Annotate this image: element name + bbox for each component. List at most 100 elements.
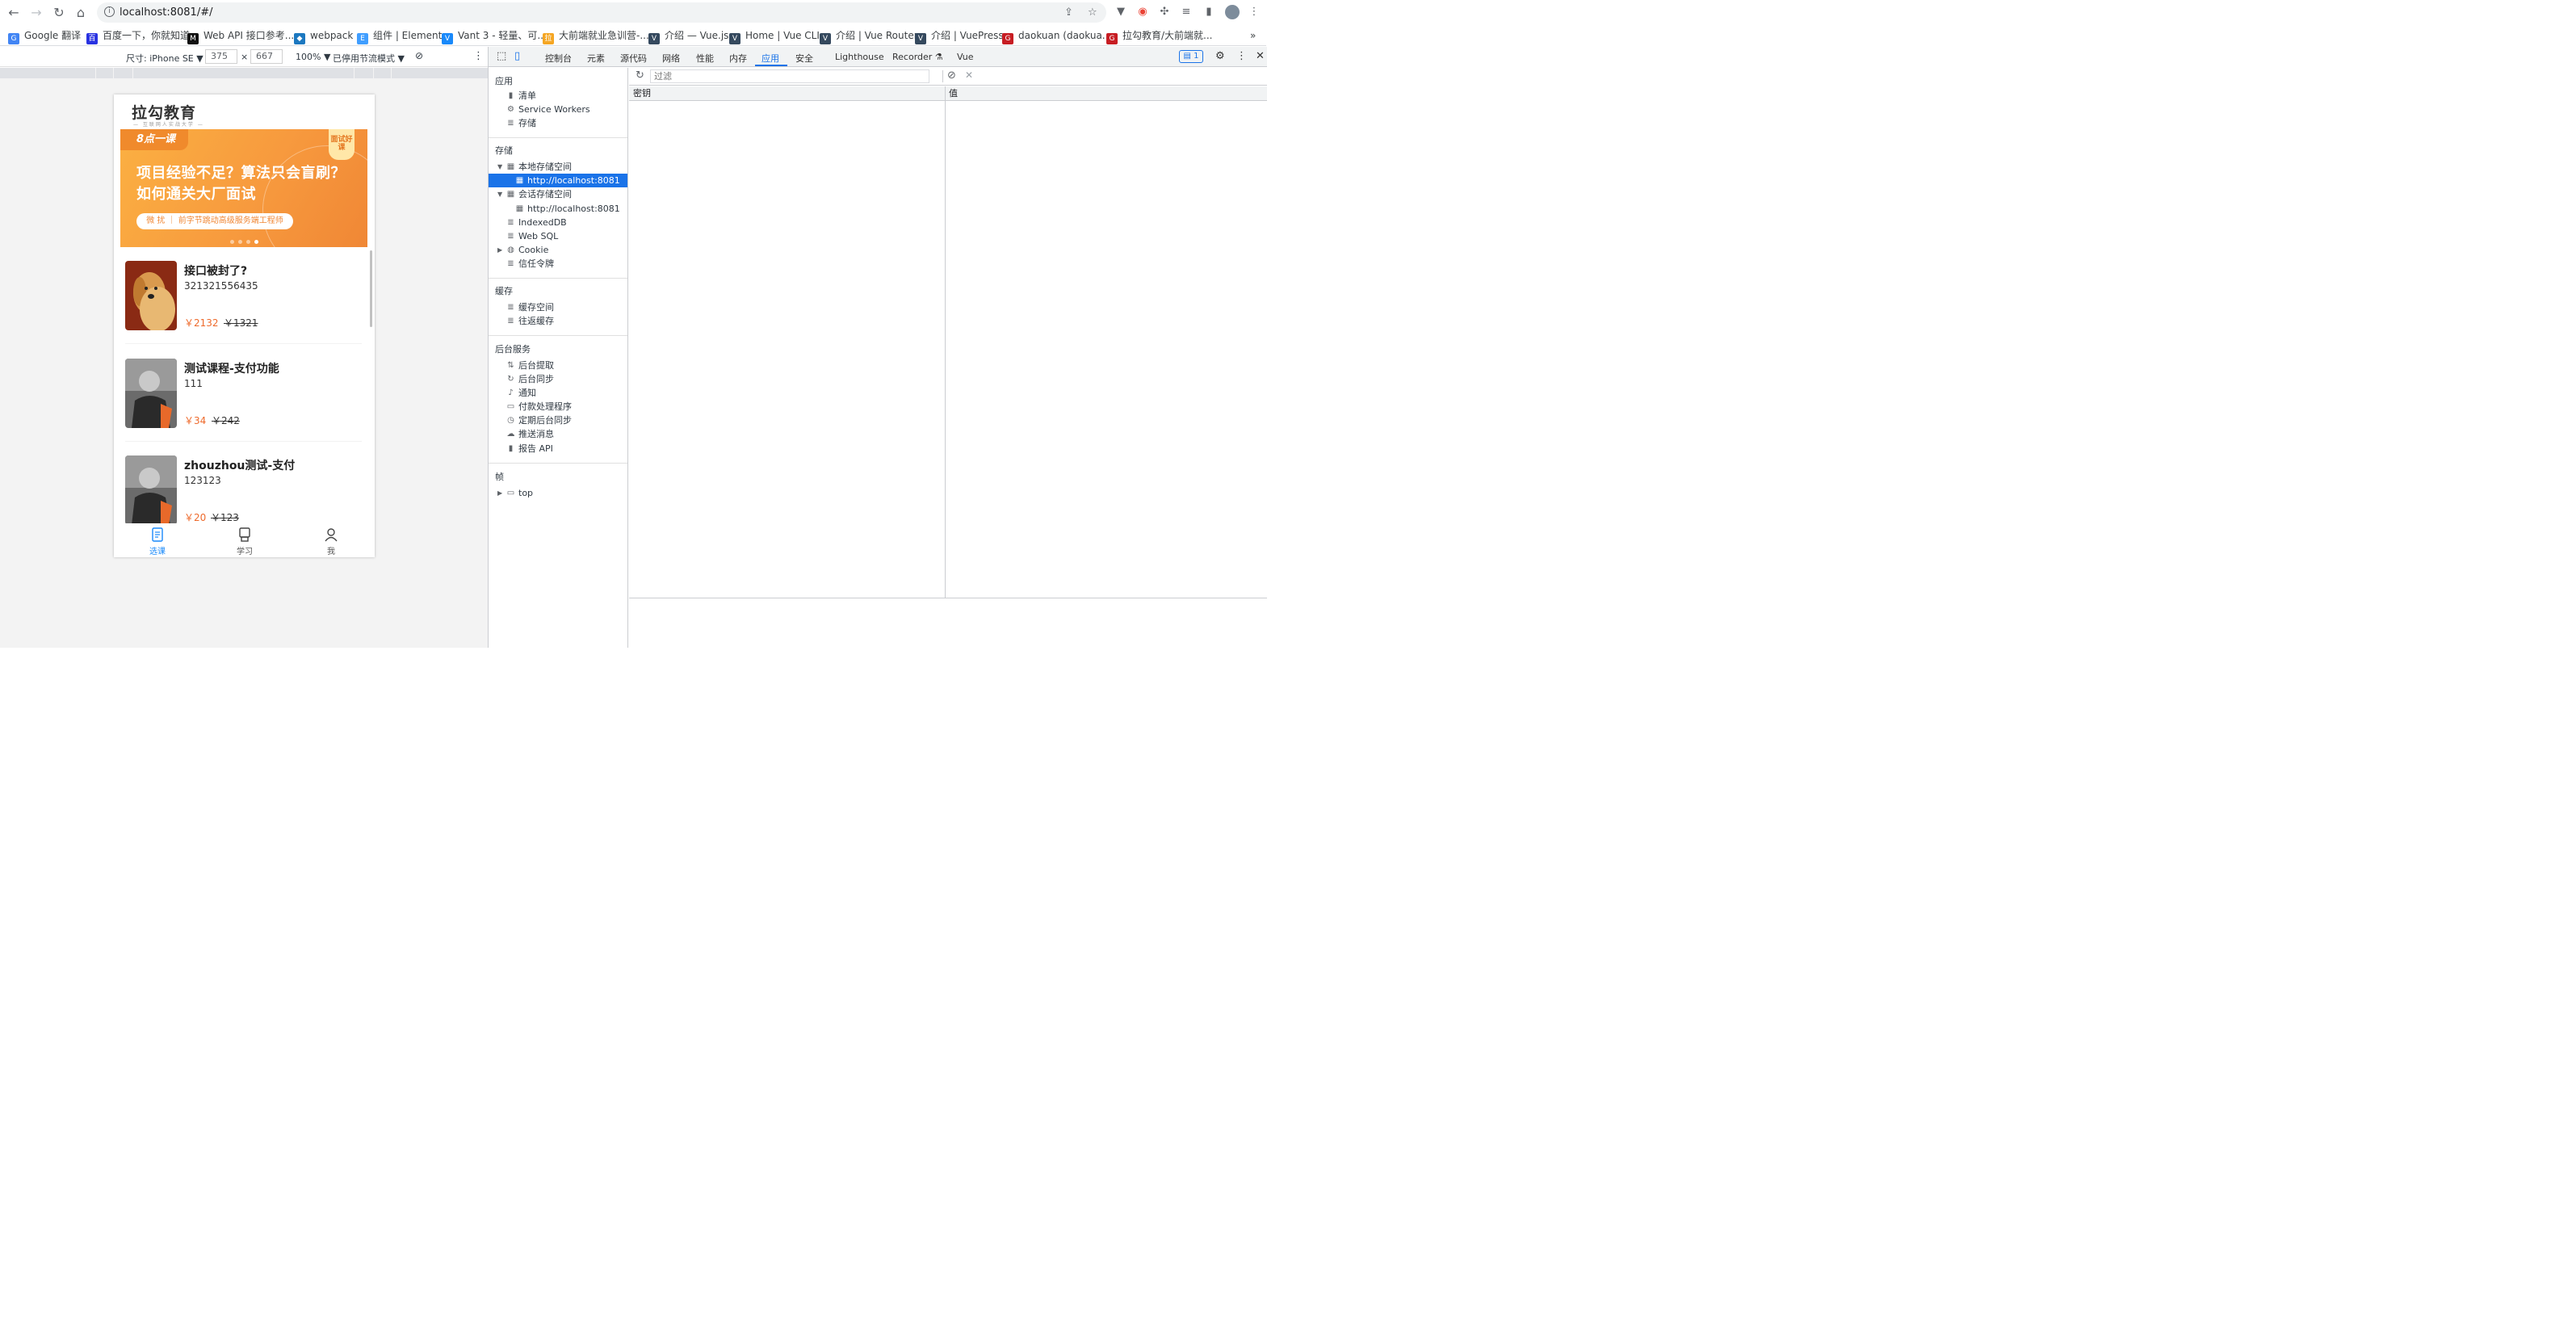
sidebar-item-manifest[interactable]: ▮ 清单 xyxy=(489,89,627,103)
bookmark-item[interactable]: M Web API 接口参考... xyxy=(187,29,294,44)
bookmark-item[interactable]: Gdaokuan (daokua... xyxy=(1002,29,1111,44)
sidebar-item-bfcache[interactable]: ≣ 往返缓存 xyxy=(489,314,627,328)
bookmark-item[interactable]: G Google 翻译 xyxy=(8,29,81,44)
tab-courses[interactable]: 选课 xyxy=(114,527,201,556)
reload-icon[interactable]: ↻ xyxy=(51,5,67,21)
devtools-tab[interactable]: Lighthouse xyxy=(835,52,884,62)
device-select[interactable]: 尺寸: iPhone SE ▼ xyxy=(126,52,203,65)
bookmark-item[interactable]: E 组件 | Element xyxy=(357,29,442,44)
sidebar-item-web-sql[interactable]: ≣ Web SQL xyxy=(489,229,627,243)
bookmark-star-icon[interactable]: ☆ xyxy=(1088,6,1097,19)
expanded-triangle-icon[interactable]: ▼ xyxy=(497,160,502,174)
tab-study[interactable]: 学习 xyxy=(201,527,288,556)
sidebar-item-session-storage[interactable]: ▼ ▦ 会话存储空间 xyxy=(489,187,627,201)
column-divider[interactable] xyxy=(945,86,946,598)
sidebar-item-local-storage-origin[interactable]: ▦ http://localhost:8081 xyxy=(489,174,627,187)
tab-me[interactable]: 我 xyxy=(287,527,375,556)
expanded-triangle-icon[interactable]: ▼ xyxy=(497,187,502,201)
share-icon[interactable]: ⇪ xyxy=(1064,6,1073,19)
sidebar-item-payment-handler[interactable]: ▭ 付款处理程序 xyxy=(489,400,627,413)
sidebar-item-frame-top[interactable]: ▶ ▭ top xyxy=(489,486,627,500)
device-width-input[interactable]: 375 xyxy=(205,49,237,64)
devtools-tab[interactable]: Vue xyxy=(957,52,974,62)
bookmark-item[interactable]: ◆ webpack xyxy=(294,29,353,44)
devtools-tab[interactable]: 安全 xyxy=(795,52,813,65)
browser-menu-icon[interactable]: ⋮ xyxy=(1248,6,1261,19)
sidebar-item-notifications[interactable]: ♪ 通知 xyxy=(489,386,627,400)
bookmark-item[interactable]: V 介绍 | VuePress xyxy=(915,29,1004,44)
list-scrollbar[interactable] xyxy=(370,250,372,327)
vue-devtools-extension-icon[interactable]: ▼ xyxy=(1114,6,1127,19)
home-icon[interactable]: ⌂ xyxy=(73,5,89,21)
sidebar-item-trust-tokens[interactable]: ≣ 信任令牌 xyxy=(489,257,627,271)
message-count-badge[interactable]: ▤ 1 xyxy=(1179,50,1203,63)
site-info-icon[interactable]: i xyxy=(104,6,115,17)
sidebar-item-background-sync[interactable]: ↻ 后台同步 xyxy=(489,372,627,386)
devtools-more-icon[interactable]: ⋮ xyxy=(1236,50,1247,62)
sidebar-item-service-workers[interactable]: ⚙ Service Workers xyxy=(489,103,627,116)
key-column-header[interactable]: 密钥 xyxy=(633,86,651,101)
bookmark-item[interactable]: V 介绍 | Vue Router xyxy=(820,29,918,44)
sidebar-item-local-storage[interactable]: ▼ ▦ 本地存储空间 xyxy=(489,160,627,174)
sidebar-item-push-messaging[interactable]: ☁ 推送消息 xyxy=(489,427,627,441)
sidebar-item-cookie[interactable]: ▶ ◍ Cookie xyxy=(489,243,627,257)
sidebar-item-storage[interactable]: ≣ 存储 xyxy=(489,116,627,130)
url-text[interactable]: localhost:8081/#/ xyxy=(120,6,212,19)
carousel-indicators[interactable] xyxy=(230,235,262,246)
settings-gear-icon[interactable]: ⚙ xyxy=(1215,50,1225,62)
bookmark-item[interactable]: V 介绍 — Vue.js xyxy=(648,29,728,44)
bookmark-item[interactable]: V Vant 3 - 轻量、可... xyxy=(442,29,547,44)
table-icon: ▦ xyxy=(506,190,515,199)
sidebar-item-indexeddb[interactable]: ≣ IndexedDB xyxy=(489,216,627,229)
devtools-tab[interactable]: 控制台 xyxy=(545,52,572,65)
more-bookmarks-icon[interactable]: » xyxy=(1250,29,1256,42)
course-item[interactable]: 测试课程-支付功能 111 ￥34 ￥242 xyxy=(125,359,362,446)
bookmark-item[interactable]: 拉大前端就业急训营-... xyxy=(543,29,649,44)
bookmark-item[interactable]: V Home | Vue CLI xyxy=(729,29,820,44)
clear-all-icon[interactable]: ⊘ xyxy=(947,69,956,82)
course-item[interactable]: 接口被封了? 321321556435 ￥2132 ￥1321 xyxy=(125,261,362,348)
collapsed-triangle-icon[interactable]: ▶ xyxy=(497,243,502,257)
chrome-extension-icon[interactable]: ◉ xyxy=(1136,6,1149,19)
refresh-icon[interactable]: ↻ xyxy=(636,69,644,82)
device-more-icon[interactable]: ⋮ xyxy=(473,50,484,62)
back-icon[interactable]: ← xyxy=(6,5,22,21)
devtools-tab[interactable]: 应用 xyxy=(761,52,779,65)
delete-selected-icon[interactable]: ✕ xyxy=(965,69,973,81)
devtools-tab[interactable]: 源代码 xyxy=(620,52,647,65)
collapsed-triangle-icon[interactable]: ▶ xyxy=(497,486,502,500)
promo-banner[interactable]: 8点一课 面试好课 项目经验不足？算法只会盲刷？ 如何通关大厂面试 微 扰 ｜ … xyxy=(120,129,367,247)
devtools-tab[interactable]: 网络 xyxy=(662,52,680,65)
filter-input[interactable] xyxy=(650,69,929,83)
devtools-tab[interactable]: 性能 xyxy=(696,52,714,65)
device-height-input[interactable]: 667 xyxy=(250,49,283,64)
sidebar-item-session-storage-origin[interactable]: ▦ http://localhost:8081 xyxy=(489,202,627,216)
bookmark-item[interactable]: G 拉勾教育/大前端就... xyxy=(1106,29,1213,44)
address-bar[interactable]: i localhost:8081/#/ ⇪ ☆ xyxy=(97,2,1106,23)
media-query-ruler[interactable] xyxy=(0,68,488,78)
carousel-dot[interactable] xyxy=(246,240,250,244)
reading-list-icon[interactable]: ≡ xyxy=(1180,6,1193,19)
zoom-select[interactable]: 100% ▼ xyxy=(296,52,330,62)
sidebar-item-background-fetch[interactable]: ⇅ 后台提取 xyxy=(489,359,627,372)
side-panel-icon[interactable]: ▮ xyxy=(1202,6,1215,19)
devtools-tab[interactable]: 内存 xyxy=(729,52,747,65)
extensions-puzzle-icon[interactable]: ✣ xyxy=(1158,6,1171,19)
carousel-dot[interactable] xyxy=(238,240,242,244)
rotate-icon[interactable]: ⊘ xyxy=(415,50,423,61)
sidebar-item-cache-storage[interactable]: ≣ 缓存空间 xyxy=(489,300,627,314)
forward-icon[interactable]: → xyxy=(28,5,44,21)
devtools-tab[interactable]: 元素 xyxy=(587,52,605,65)
carousel-dot-active[interactable] xyxy=(254,240,258,244)
sidebar-item-reporting-api[interactable]: ▮ 报告 API xyxy=(489,442,627,455)
profile-avatar[interactable] xyxy=(1225,5,1240,19)
sidebar-item-periodic-sync[interactable]: ◷ 定期后台同步 xyxy=(489,413,627,427)
close-devtools-icon[interactable]: ✕ xyxy=(1256,50,1265,62)
devtools-tab[interactable]: Recorder ⚗ xyxy=(892,52,943,62)
value-column-header[interactable]: 值 xyxy=(949,86,958,101)
inspect-element-icon[interactable]: ⬚ xyxy=(497,50,506,62)
bookmark-item[interactable]: 百百度一下，你就知道 xyxy=(86,29,190,44)
carousel-dot[interactable] xyxy=(230,240,234,244)
throttle-select[interactable]: 已停用节流模式 ▼ xyxy=(333,52,405,65)
device-toggle-icon[interactable]: ▯ xyxy=(514,50,520,62)
